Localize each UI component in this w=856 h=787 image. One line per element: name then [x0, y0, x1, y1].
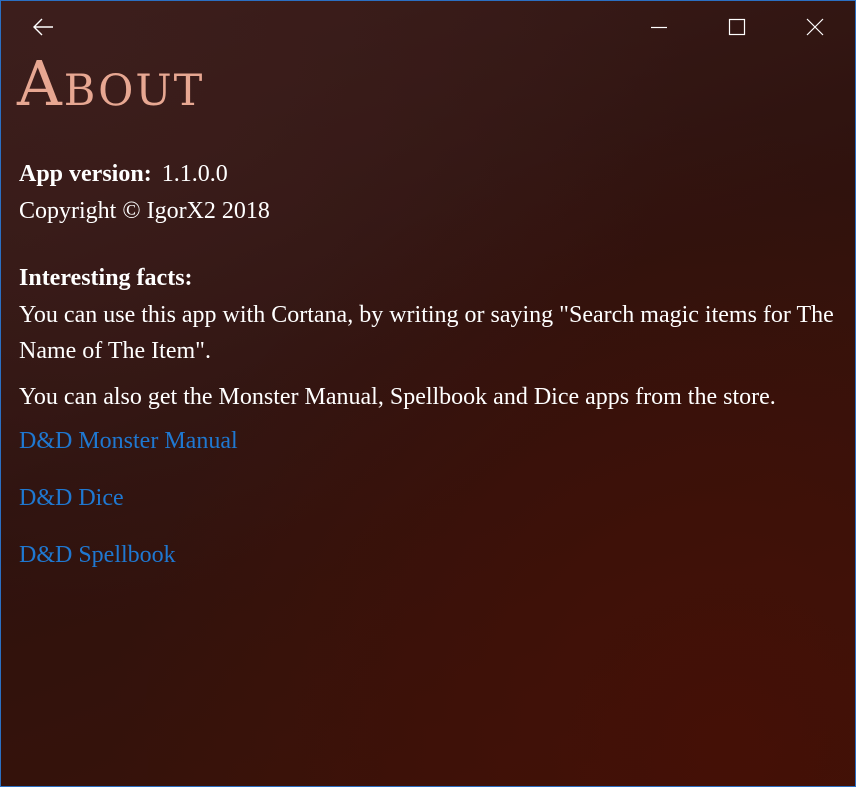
page-title: About	[17, 47, 205, 120]
monster-manual-link[interactable]: D&D Monster Manual	[19, 423, 839, 480]
minimize-button[interactable]	[636, 9, 682, 49]
copyright-text: Copyright © IgorX2 2018	[19, 198, 270, 224]
close-icon	[806, 18, 824, 41]
version-value: 1.1.0.0	[161, 161, 228, 187]
about-content: App version: 1.1.0.0 Copyright © IgorX2 …	[19, 156, 839, 574]
facts-heading: Interesting facts:	[19, 265, 193, 291]
app-window: About App version: 1.1.0.0 Copyright © I…	[0, 0, 856, 787]
back-button[interactable]	[23, 11, 63, 47]
close-button[interactable]	[792, 9, 838, 49]
back-arrow-icon	[32, 18, 54, 41]
fact-other-apps: You can also get the Monster Manual, Spe…	[19, 384, 776, 410]
store-links: D&D Monster Manual D&D Dice D&D Spellboo…	[19, 423, 839, 574]
dice-link[interactable]: D&D Dice	[19, 480, 839, 537]
spellbook-link[interactable]: D&D Spellbook	[19, 537, 839, 574]
version-label: App version:	[19, 161, 152, 187]
fact-cortana: You can use this app with Cortana, by wr…	[19, 302, 834, 364]
maximize-icon	[728, 18, 746, 41]
minimize-icon	[650, 18, 668, 41]
version-row: App version: 1.1.0.0	[19, 156, 839, 193]
maximize-button[interactable]	[714, 9, 760, 49]
